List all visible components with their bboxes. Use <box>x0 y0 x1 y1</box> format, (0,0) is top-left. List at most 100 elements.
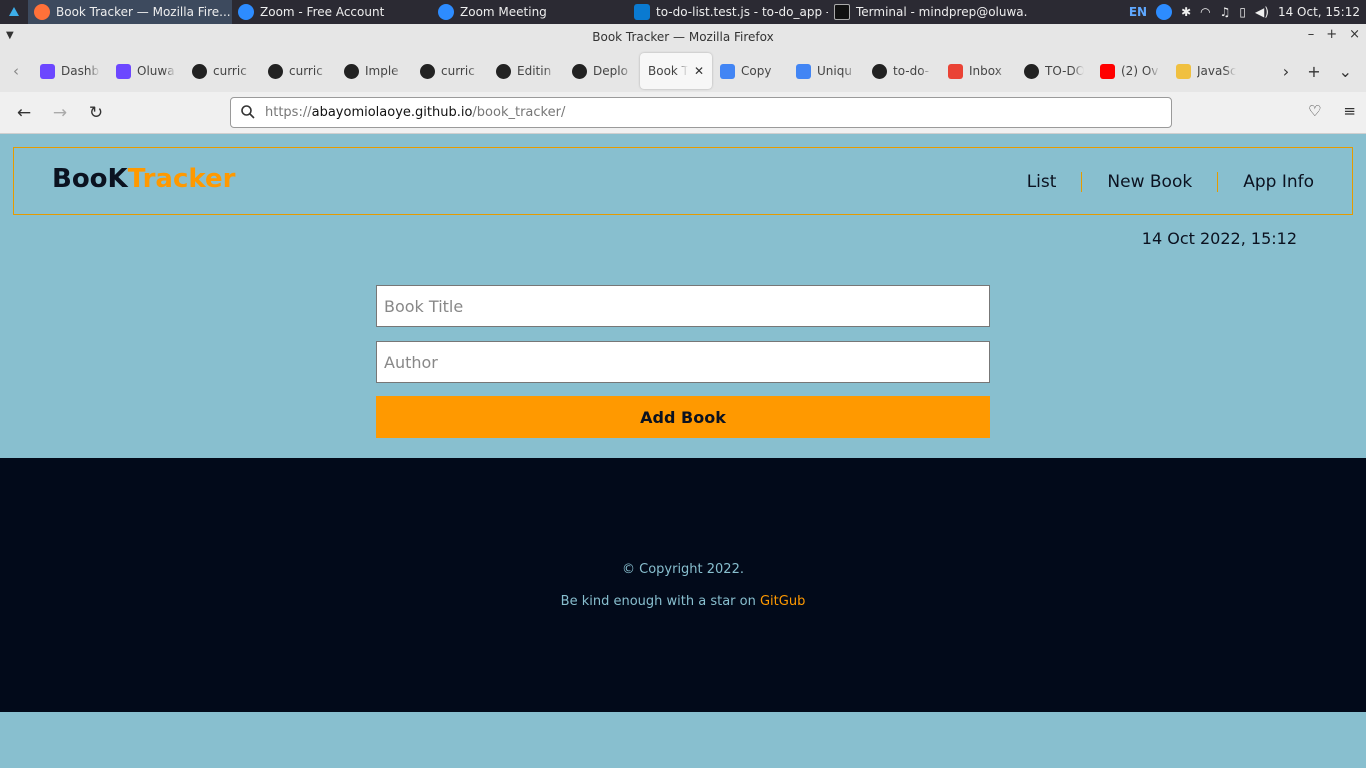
close-tab-icon[interactable]: ✕ <box>694 64 704 78</box>
minimize-icon[interactable]: – <box>1308 27 1315 42</box>
copyright-text: © Copyright 2022. <box>621 562 744 577</box>
browser-tab[interactable]: Copy <box>712 53 788 89</box>
browser-tab[interactable]: Imple <box>336 53 412 89</box>
tabs-scroll-left-icon[interactable]: ‹ <box>0 62 32 80</box>
browser-tab[interactable]: Editin <box>488 53 564 89</box>
tabs-scroll-right-icon[interactable]: › <box>1283 62 1289 81</box>
github-icon <box>872 63 887 79</box>
page-content: BooKTracker List New Book App Info 14 Oc… <box>0 134 1366 768</box>
add-book-button[interactable]: Add Book <box>376 396 990 438</box>
navigation-toolbar: ← → ↻ https://abayomiolaoye.github.io/bo… <box>0 92 1366 134</box>
browser-tab[interactable]: Deplo <box>564 53 640 89</box>
taskbar-task-terminal[interactable]: Terminal - mindprep@oluwa... <box>828 0 1028 24</box>
tab-label: curric <box>441 64 475 78</box>
logo-text-accent: Tracker <box>127 164 236 194</box>
browser-tab[interactable]: curric <box>412 53 488 89</box>
back-icon[interactable]: ← <box>6 103 42 123</box>
taskbar-task-zoom-account[interactable]: Zoom - Free Account <box>232 0 432 24</box>
current-datetime: 14 Oct 2022, 15:12 <box>1141 229 1297 248</box>
gmail-icon <box>948 63 963 79</box>
close-window-icon[interactable]: × <box>1349 27 1360 42</box>
dashboard-icon <box>40 63 55 79</box>
browser-tab[interactable]: Dashb <box>32 53 108 89</box>
volume-icon[interactable]: ◀) <box>1255 5 1269 19</box>
author-input[interactable] <box>376 341 990 383</box>
window-menu-icon[interactable]: ▼ <box>6 30 14 41</box>
bluetooth-icon[interactable]: ✱ <box>1181 5 1191 19</box>
site-footer: © Copyright 2022. Be kind enough with a … <box>0 458 1366 712</box>
browser-tab[interactable]: Book Tr ✕ <box>640 53 712 89</box>
list-all-tabs-icon[interactable]: ⌄ <box>1339 62 1352 81</box>
battery-icon[interactable]: ▯ <box>1239 5 1246 19</box>
window-titlebar: ▼ Book Tracker — Mozilla Firefox – + × <box>0 24 1366 50</box>
tab-label: (2) Ov <box>1121 64 1159 78</box>
github-icon <box>1024 63 1039 79</box>
keyboard-layout[interactable]: EN <box>1129 5 1147 19</box>
taskbar-task-firefox[interactable]: Book Tracker — Mozilla Fire... <box>28 0 232 24</box>
taskbar-task-label: Zoom - Free Account <box>260 5 385 19</box>
tab-label: JavaSc <box>1197 64 1236 78</box>
browser-tab[interactable]: JavaSc <box>1168 53 1244 89</box>
tab-label: Deplo <box>593 64 628 78</box>
tab-label: Dashb <box>61 64 100 78</box>
taskbar-task-label: to-do-list.test.js - to-do_app -... <box>656 5 828 19</box>
taskbar-task-label: Book Tracker — Mozilla Fire... <box>56 5 231 19</box>
site-header: BooKTracker List New Book App Info <box>13 147 1353 215</box>
firefox-icon <box>34 4 50 20</box>
book-title-input[interactable] <box>376 285 990 327</box>
browser-tab[interactable]: Oluwa <box>108 53 184 89</box>
search-icon <box>240 104 256 124</box>
maximize-icon[interactable]: + <box>1326 27 1337 42</box>
logo-text-dark-k: K <box>107 164 128 194</box>
zoom-tray-icon[interactable] <box>1156 4 1173 20</box>
site-nav: List New Book App Info <box>1002 172 1314 192</box>
dashboard-icon <box>116 63 131 79</box>
youtube-icon <box>1100 63 1115 79</box>
browser-tab[interactable]: to-do- <box>864 53 940 89</box>
github-link[interactable]: GitGub <box>760 594 805 609</box>
url-bar[interactable]: https://abayomiolaoye.github.io/book_tra… <box>230 97 1172 128</box>
nav-link-new-book[interactable]: New Book <box>1082 172 1217 192</box>
hamburger-menu-icon[interactable]: ≡ <box>1343 102 1356 120</box>
tab-label: Inbox <box>969 64 1002 78</box>
system-tray: EN ✱ ◠ ♫ ▯ ◀) 14 Oct, 15:12 <box>1129 4 1366 20</box>
tab-label: Imple <box>365 64 399 78</box>
taskbar-task-vscode[interactable]: to-do-list.test.js - to-do_app -... <box>628 0 828 24</box>
tab-list: Dashb Oluwa curric curric Imple curric Editin D… <box>32 50 1269 92</box>
browser-tab[interactable]: Uniqu <box>788 53 864 89</box>
wifi-icon[interactable]: ◠ <box>1200 5 1210 19</box>
tab-label: curric <box>289 64 323 78</box>
app-launcher-icon[interactable] <box>0 4 28 20</box>
site-logo[interactable]: BooKTracker <box>52 164 235 194</box>
taskbar-task-zoom-meeting[interactable]: Zoom Meeting <box>432 0 628 24</box>
new-tab-icon[interactable]: + <box>1307 62 1320 81</box>
tab-strip: ‹ Dashb Oluwa curric curric Imple curric Editi… <box>0 50 1366 92</box>
github-icon <box>572 63 587 79</box>
browser-tab[interactable]: curric <box>260 53 336 89</box>
nav-link-list[interactable]: List <box>1002 172 1082 192</box>
nav-link-app-info[interactable]: App Info <box>1218 172 1314 192</box>
docs-icon <box>796 63 811 79</box>
terminal-icon <box>834 4 850 20</box>
taskbar-task-label: Zoom Meeting <box>460 5 547 19</box>
tab-label: Book Tr <box>648 64 688 78</box>
system-clock[interactable]: 14 Oct, 15:12 <box>1278 5 1360 19</box>
github-icon <box>268 63 283 79</box>
github-icon <box>420 63 435 79</box>
browser-tab[interactable]: (2) Ov <box>1092 53 1168 89</box>
tab-label: Oluwa <box>137 64 175 78</box>
url-path: /book_tracker/ <box>472 105 566 120</box>
browser-tab[interactable]: curric <box>184 53 260 89</box>
tab-label: TO-DO <box>1045 64 1084 78</box>
add-book-form: Add Book <box>376 285 990 438</box>
github-icon <box>192 63 207 79</box>
notification-bell-icon[interactable]: ♫ <box>1220 5 1231 19</box>
tab-label: Copy <box>741 64 772 78</box>
browser-tab[interactable]: TO-DO <box>1016 53 1092 89</box>
js-icon <box>1176 63 1191 79</box>
pocket-icon[interactable]: ♡ <box>1308 102 1321 120</box>
reload-icon[interactable]: ↻ <box>78 103 114 123</box>
url-scheme: https:// <box>265 105 312 120</box>
forward-icon[interactable]: → <box>42 103 78 123</box>
browser-tab[interactable]: Inbox <box>940 53 1016 89</box>
